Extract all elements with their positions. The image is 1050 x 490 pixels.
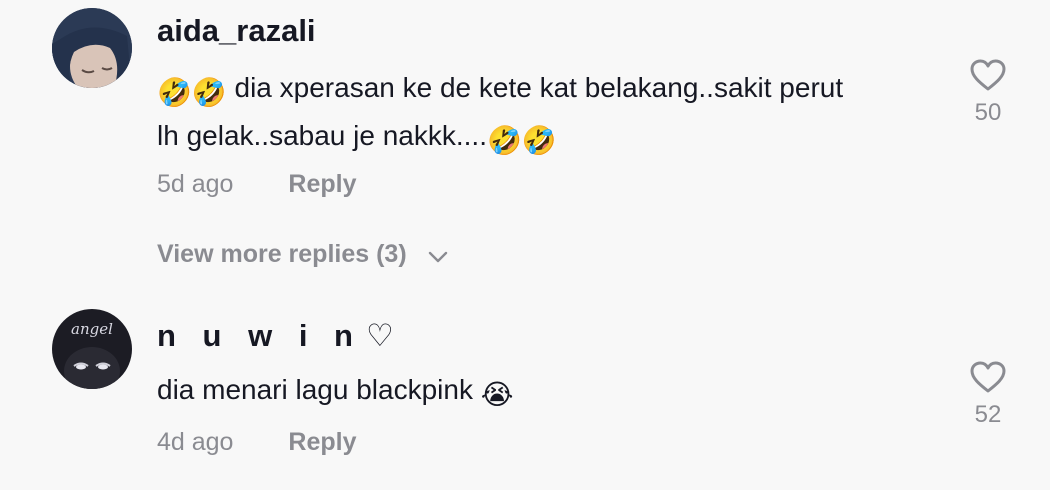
username[interactable]: aida_razali bbox=[157, 13, 316, 49]
comment-text-body: dia menari lagu blackpink bbox=[157, 374, 481, 405]
username[interactable]: n u w i n ♡ bbox=[157, 318, 394, 354]
avatar-angel-icon: angel bbox=[52, 309, 132, 389]
like-button[interactable]: 50 bbox=[966, 58, 1010, 127]
rofl-emoji-icon: 🤣🤣 bbox=[486, 125, 557, 156]
crying-emoji-icon: 😭 bbox=[480, 379, 514, 410]
heart-icon[interactable] bbox=[969, 360, 1007, 394]
view-more-replies-label: View more replies (3) bbox=[157, 240, 407, 268]
avatar-text: angel bbox=[71, 320, 113, 338]
comment-meta: 4d ago Reply bbox=[157, 428, 357, 457]
view-more-replies-button[interactable]: View more replies (3) bbox=[157, 240, 448, 270]
like-button[interactable]: 52 bbox=[966, 360, 1010, 429]
heart-icon[interactable] bbox=[969, 58, 1007, 92]
comment-meta: 5d ago Reply bbox=[157, 170, 357, 199]
comment-text: 🤣🤣 dia xperasan ke de kete kat belakang.… bbox=[157, 66, 937, 162]
like-count: 52 bbox=[974, 401, 1002, 428]
avatar[interactable]: angel bbox=[52, 309, 132, 389]
avatar-hijab-icon bbox=[52, 8, 132, 88]
rofl-emoji-icon: 🤣🤣 bbox=[157, 77, 227, 108]
chevron-down-icon bbox=[428, 241, 448, 270]
comments-panel: aida_razali 🤣🤣 dia xperasan ke de kete k… bbox=[0, 0, 1050, 490]
username-text: n u w i n bbox=[157, 318, 362, 353]
timestamp: 5d ago bbox=[157, 170, 234, 198]
reply-button[interactable]: Reply bbox=[288, 428, 356, 457]
reply-button[interactable]: Reply bbox=[288, 170, 356, 199]
avatar[interactable] bbox=[52, 8, 132, 88]
heart-outline-icon: ♡ bbox=[366, 318, 394, 353]
like-count: 50 bbox=[974, 99, 1002, 126]
comment-text-line1: dia xperasan ke de kete kat belakang..sa… bbox=[226, 72, 844, 103]
timestamp: 4d ago bbox=[157, 428, 234, 456]
comment-text: dia menari lagu blackpink 😭 bbox=[157, 368, 937, 416]
comment-text-line2: lh gelak..sabau je nakkk.... bbox=[157, 120, 487, 151]
